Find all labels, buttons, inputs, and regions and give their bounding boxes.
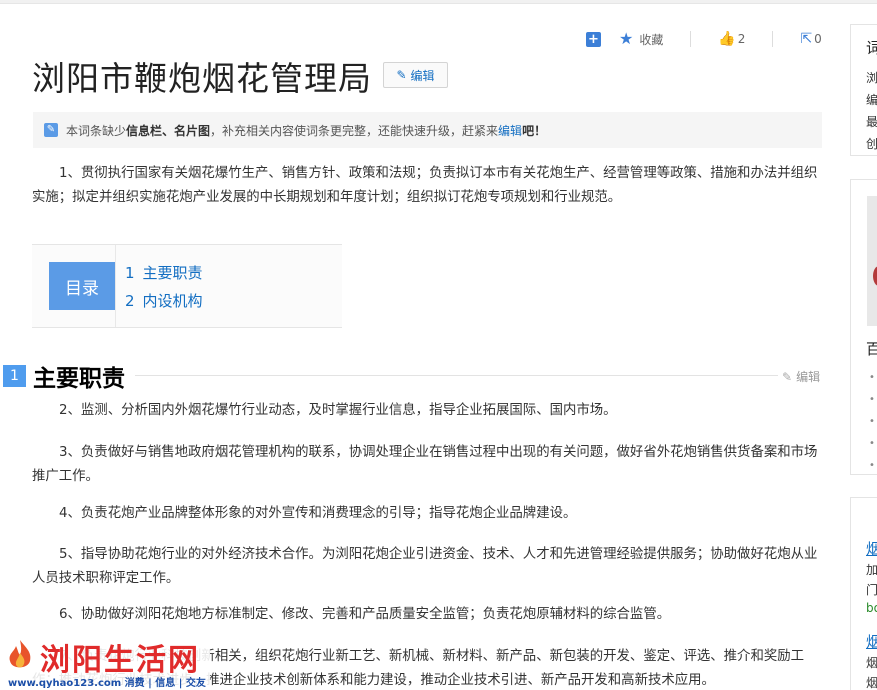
- site-watermark: 浏阳生活网 www.qyhao123.com 消费 | 信息 | 交友: [0, 632, 210, 690]
- entry-actions-bar: + ★ 收藏 👍 2 ⇱ 0: [586, 28, 822, 50]
- notice-edit-link[interactable]: 编辑: [498, 122, 522, 139]
- sidebar-related-text: 烟: [866, 676, 877, 690]
- star-icon[interactable]: ★: [619, 31, 633, 47]
- share-count: 0: [814, 32, 822, 46]
- table-of-contents: 目录 1 主要职责 2 内设机构: [32, 244, 342, 328]
- toc-item-label: 内设机构: [142, 292, 203, 310]
- duty-paragraph: 2、监测、分析国内外烟花爆竹行业动态，及时掌握行业信息，指导企业拓展国际、国内市…: [59, 403, 617, 418]
- sidebar-info-line: 创: [866, 137, 877, 151]
- sidebar-thumbnail-image[interactable]: [867, 196, 877, 326]
- toc-label: 目录: [49, 262, 115, 310]
- plus-square-icon[interactable]: +: [586, 31, 601, 47]
- toc-divider: [115, 245, 116, 327]
- toc-item-main-duties[interactable]: 1 主要职责: [125, 262, 203, 283]
- notice-missing: 信息栏、名片图: [126, 123, 211, 138]
- sidebar-entry-info-card: 词 浏 编 最 创: [850, 24, 877, 156]
- sidebar-related-source: bo: [866, 601, 877, 615]
- thumbs-up-icon[interactable]: 👍: [718, 31, 735, 47]
- section-edit-button[interactable]: ✎ 编辑: [782, 368, 820, 385]
- sidebar-related-text: 烟: [866, 656, 877, 670]
- sidebar-related-text: 门: [866, 583, 877, 597]
- section-title: 主要职责: [33, 366, 125, 392]
- main-content: + ★ 收藏 👍 2 ⇱ 0 浏阳市鞭炮烟花管理局 ✎ 编辑 ✎ 本词条缺少 信…: [0, 4, 840, 690]
- sidebar-card-title: 百: [866, 340, 877, 358]
- intro-paragraph: 1、贯彻执行国家有关烟花爆竹生产、销售方针、政策和法规；负责拟订本市有关花炮生产…: [32, 166, 818, 205]
- section-edit-label: 编辑: [796, 370, 821, 384]
- sidebar-info-line: 浏: [866, 71, 877, 85]
- sidebar-related-link[interactable]: 烟: [866, 631, 877, 652]
- section-number: 1: [3, 365, 26, 387]
- duty-paragraph: 3、负责做好与销售地政府烟花管理机构的联系，协调处理企业在销售过程中出现的有关问…: [32, 445, 818, 484]
- divider: [772, 31, 774, 47]
- sidebar-related-text: 加: [866, 563, 877, 577]
- sidebar-list-bullet: •: [869, 372, 875, 383]
- sidebar-list-bullet: •: [869, 438, 875, 449]
- sidebar-card-title: 词: [866, 39, 877, 57]
- watermark-brand: 浏阳生活网: [40, 643, 200, 678]
- notice-middle: ，补充相关内容使词条更完整，还能快速升级，赶紧来: [210, 123, 499, 138]
- share-icon[interactable]: ⇱: [800, 31, 812, 47]
- toc-item-internal-orgs[interactable]: 2 内设机构: [125, 290, 203, 311]
- notice-prefix: 本词条缺少: [66, 123, 127, 138]
- sidebar-related-card: 烟 加 门 bo 烟 烟 烟: [850, 497, 877, 690]
- sidebar-list-bullet: •: [869, 394, 875, 405]
- sidebar-related-link[interactable]: 烟: [866, 538, 877, 559]
- toc-item-num: 1: [125, 264, 135, 282]
- page-title: 浏阳市鞭炮烟花管理局: [32, 59, 372, 98]
- divider: [690, 31, 692, 47]
- duty-paragraph: 4、负责花炮产业品牌整体形象的对外宣传和消费理念的引导；指导花炮企业品牌建设。: [59, 506, 577, 521]
- favorite-button[interactable]: 收藏: [639, 31, 663, 48]
- section-rule: [135, 375, 778, 376]
- pencil-icon: ✎: [782, 370, 793, 384]
- edit-entry-button[interactable]: ✎ 编辑: [383, 62, 448, 88]
- duty-paragraph: 6、协助做好浏阳花炮地方标准制定、修改、完善和产品质量安全监管；负责花炮原辅材料…: [59, 607, 671, 622]
- pencil-icon: ✎: [396, 68, 407, 82]
- like-count: 2: [737, 32, 746, 46]
- duty-paragraph: 5、指导协助花炮行业的对外经济技术合作。为浏阳花炮企业引进资金、技术、人才和先进…: [32, 547, 818, 586]
- flame-logo-icon: [9, 640, 31, 668]
- sidebar-info-line: 最: [866, 115, 877, 129]
- sidebar-list-bullet: •: [869, 460, 875, 471]
- toc-item-label: 主要职责: [142, 264, 203, 282]
- edit-notice-icon: ✎: [44, 123, 58, 137]
- watermark-subtitle: www.qyhao123.com 消费 | 信息 | 交友: [8, 678, 206, 689]
- toc-item-num: 2: [125, 292, 135, 310]
- sidebar-info-line: 编: [866, 93, 877, 107]
- edit-entry-label: 编辑: [410, 68, 435, 83]
- sidebar-media-card: 百 • • • • •: [850, 179, 877, 475]
- sidebar-list-bullet: •: [869, 416, 875, 427]
- notice-suffix: 吧！: [522, 123, 547, 138]
- missing-info-notice: ✎ 本词条缺少 信息栏、名片图 ，补充相关内容使词条更完整，还能快速升级，赶紧来…: [33, 112, 822, 148]
- right-sidebar: 词 浏 编 最 创 百 • • • • • 烟 加 门 bo 烟 烟 烟: [850, 24, 877, 690]
